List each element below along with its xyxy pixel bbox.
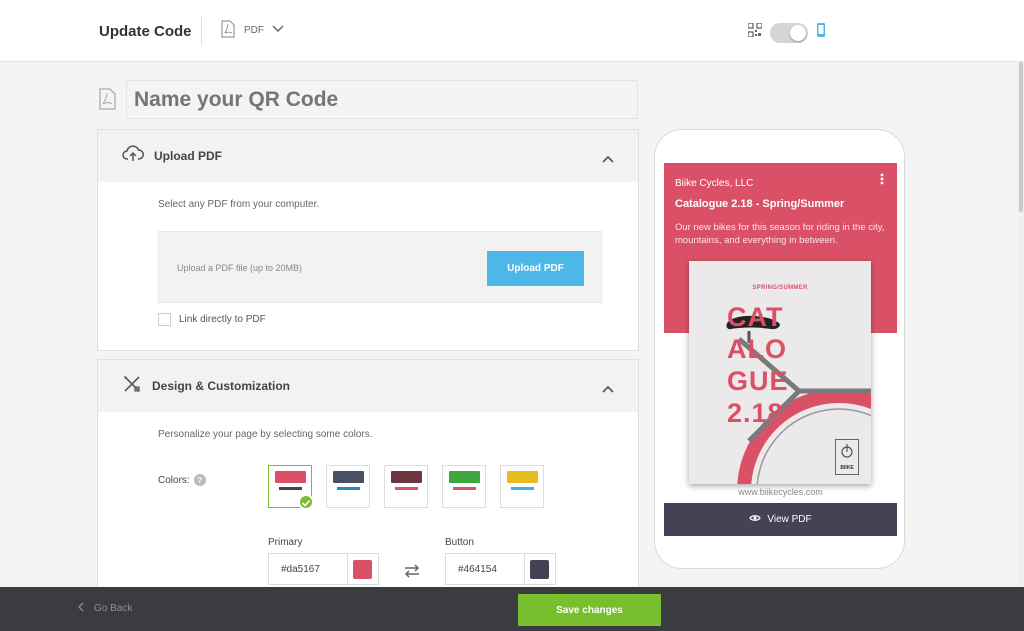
swatch-primary xyxy=(275,471,306,483)
preview-url: www.biikecycles.com xyxy=(738,487,823,497)
swatch-secondary xyxy=(453,487,476,490)
chevron-left-icon xyxy=(78,602,84,615)
view-pdf-button[interactable]: View PDF xyxy=(664,503,897,536)
swatch-secondary xyxy=(395,487,418,490)
button-color-chip[interactable] xyxy=(530,560,549,579)
swatch-primary xyxy=(507,471,538,483)
swatch-primary xyxy=(333,471,364,483)
color-swatch[interactable] xyxy=(268,465,314,510)
upload-dropzone[interactable]: Upload a PDF file (up to 20MB) Upload PD… xyxy=(158,231,602,303)
preview-description: Our new bikes for this season for riding… xyxy=(675,222,885,246)
swap-colors-icon[interactable] xyxy=(403,563,421,584)
qr-name-input[interactable] xyxy=(126,80,638,119)
catalogue-cover-image: SPRING/SUMMER CAT ALO GUE 2.18 BIIKE xyxy=(689,261,871,484)
primary-color-value: #da5167 xyxy=(281,564,320,575)
pdf-file-icon xyxy=(220,20,236,41)
header-divider xyxy=(201,17,202,45)
color-swatch[interactable] xyxy=(326,465,370,508)
cover-line: 2.18 xyxy=(727,398,784,428)
cover-line: ALO xyxy=(727,334,787,364)
cover-title: CAT ALO GUE 2.18 xyxy=(727,301,837,429)
preview-title: Catalogue 2.18 - Spring/Summer xyxy=(675,198,845,210)
chevron-up-icon[interactable] xyxy=(602,380,614,398)
field-divider xyxy=(347,554,348,584)
footer-bar: Go Back Save changes xyxy=(0,587,1024,631)
top-bar: Update Code PDF xyxy=(0,0,1024,62)
primary-label: Primary xyxy=(268,537,303,548)
upload-pdf-button[interactable]: Upload PDF xyxy=(487,251,584,286)
color-swatches xyxy=(268,465,548,511)
preview-company: Biike Cycles, LLC xyxy=(675,178,754,189)
pdf-file-icon xyxy=(97,88,117,115)
button-color-field[interactable]: #464154 xyxy=(445,553,556,585)
design-panel-header[interactable]: Design & Customization xyxy=(98,360,638,412)
design-description: Personalize your page by selecting some … xyxy=(158,429,373,440)
button-color-value: #464154 xyxy=(458,564,497,575)
swatch-secondary xyxy=(279,487,302,490)
swatch-secondary xyxy=(337,487,360,490)
cover-line: CAT xyxy=(727,302,784,332)
upload-pdf-panel-header[interactable]: Upload PDF xyxy=(98,130,638,182)
colors-label: Colors: xyxy=(158,474,190,486)
field-divider xyxy=(524,554,525,584)
preview-mode-toggle[interactable] xyxy=(770,22,808,43)
swatch-secondary xyxy=(511,487,534,490)
primary-color-chip[interactable] xyxy=(353,560,372,579)
upload-pdf-panel: Upload PDF Select any PDF from your comp… xyxy=(97,129,639,351)
swatch-primary xyxy=(391,471,422,483)
go-back-label: Go Back xyxy=(94,603,133,614)
phone-preview: Biike Cycles, LLC Catalogue 2.18 - Sprin… xyxy=(654,129,905,569)
primary-color-field[interactable]: #da5167 xyxy=(268,553,379,585)
more-options-icon[interactable] xyxy=(880,173,884,185)
chevron-down-icon xyxy=(272,25,284,36)
color-swatch[interactable] xyxy=(442,465,486,508)
upload-panel-title: Upload PDF xyxy=(154,149,222,163)
design-tools-icon xyxy=(122,374,142,399)
cloud-upload-icon xyxy=(122,144,144,168)
go-back-link[interactable]: Go Back xyxy=(78,602,132,615)
brand-logo-text: BIIKE xyxy=(840,465,854,471)
chevron-up-icon[interactable] xyxy=(602,150,614,168)
cover-line: GUE xyxy=(727,366,789,396)
toggle-knob xyxy=(790,24,806,41)
eye-icon xyxy=(749,514,762,525)
checkmark-icon xyxy=(298,494,314,510)
link-directly-label: Link directly to PDF xyxy=(179,314,266,325)
color-swatch[interactable] xyxy=(384,465,428,508)
scrollbar-thumb[interactable] xyxy=(1019,62,1023,212)
upload-hint: Upload a PDF file (up to 20MB) xyxy=(177,263,303,273)
design-customization-panel: Design & Customization Personalize your … xyxy=(97,359,639,599)
page-scrollbar[interactable] xyxy=(1018,62,1024,587)
save-changes-button[interactable]: Save changes xyxy=(518,594,661,626)
file-type-label: PDF xyxy=(244,25,264,36)
upload-description: Select any PDF from your computer. xyxy=(158,199,320,210)
link-directly-checkbox[interactable] xyxy=(158,313,171,326)
brand-logo: BIIKE xyxy=(835,439,859,475)
page-title: Update Code xyxy=(99,23,192,40)
mobile-phone-icon[interactable] xyxy=(816,22,826,43)
file-type-dropdown[interactable]: PDF xyxy=(220,20,284,41)
qr-code-icon[interactable] xyxy=(747,22,763,42)
view-pdf-label: View PDF xyxy=(767,514,812,525)
preview-screen: Biike Cycles, LLC Catalogue 2.18 - Sprin… xyxy=(664,163,897,536)
button-color-label: Button xyxy=(445,537,474,548)
design-panel-title: Design & Customization xyxy=(152,379,291,393)
swatch-primary xyxy=(449,471,480,483)
color-swatch[interactable] xyxy=(500,465,544,508)
help-icon[interactable]: ? xyxy=(193,474,206,486)
